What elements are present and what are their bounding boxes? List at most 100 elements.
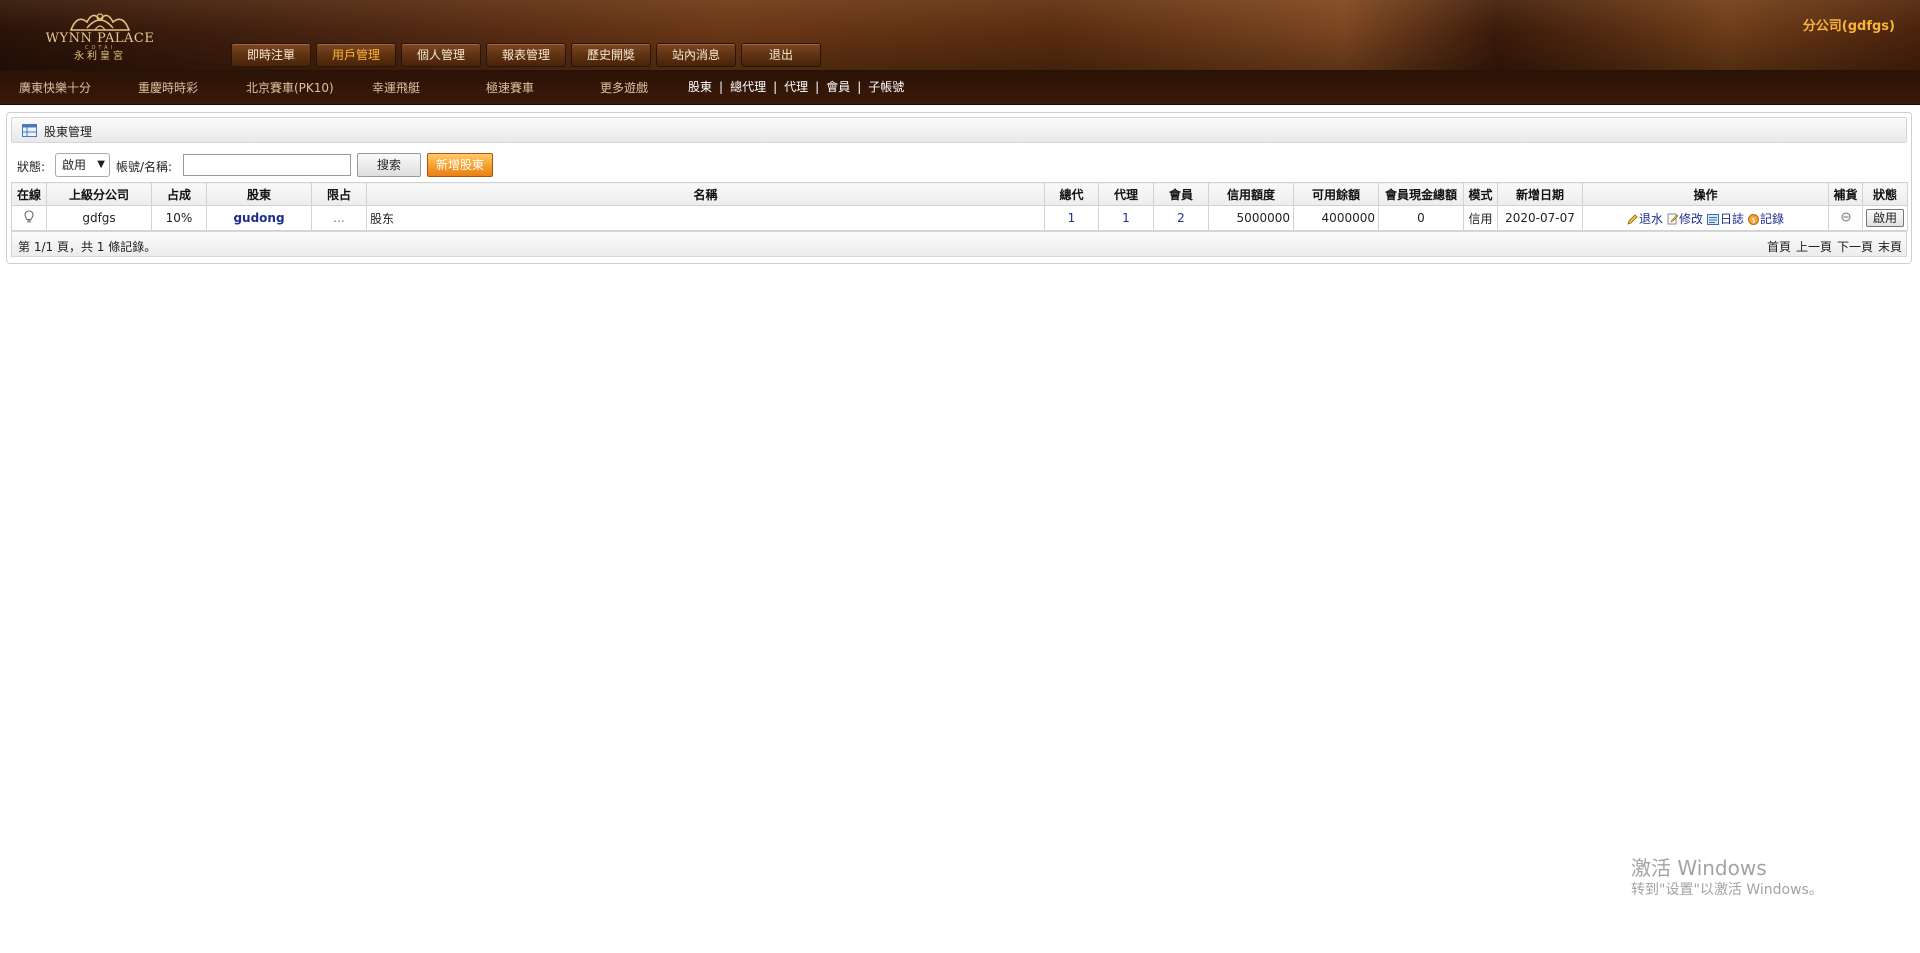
col-share: 占成 bbox=[151, 182, 207, 206]
pager-links: 首頁 上一頁 下一頁 末頁 bbox=[1767, 238, 1902, 255]
game-subnav: 廣東快樂十分 重慶時時彩 北京賽車(PK10) 幸運飛艇 極速賽車 更多遊戲 股… bbox=[0, 70, 1920, 105]
col-online: 在線 bbox=[11, 182, 47, 206]
nav-history-draws[interactable]: 歷史開獎 bbox=[571, 43, 651, 67]
account-name-label: 帳號/名稱: bbox=[116, 160, 173, 174]
link-separator: | bbox=[719, 79, 724, 94]
edit-link-label: 修改 bbox=[1678, 211, 1703, 226]
logo-chinese: 永利皇宮 bbox=[74, 51, 126, 62]
table-window-icon bbox=[22, 124, 37, 137]
rebate-link[interactable]: 退水 bbox=[1627, 212, 1663, 226]
game-link-bj-pk10[interactable]: 北京賽車(PK10) bbox=[246, 79, 334, 96]
col-limit: 限占 bbox=[311, 182, 367, 206]
link-separator: | bbox=[815, 79, 820, 94]
pencil-icon bbox=[1627, 213, 1638, 225]
operations-cell: 退水 修改 日誌 $ 記錄 bbox=[1582, 205, 1829, 231]
windows-activation-watermark: 激活 Windows 转到"设置"以激活 Windows。 bbox=[1631, 856, 1823, 900]
col-restock: 補貨 bbox=[1828, 182, 1863, 206]
status-toggle-button[interactable]: 啟用 bbox=[1866, 209, 1904, 227]
share-cell: 10% bbox=[151, 205, 207, 231]
panel-title: 股東管理 bbox=[44, 125, 93, 139]
game-link-cq-ssc[interactable]: 重慶時時彩 bbox=[138, 79, 198, 96]
col-credit: 信用額度 bbox=[1208, 182, 1294, 206]
link-agent[interactable]: 代理 bbox=[784, 78, 808, 95]
record-circle-icon: $ bbox=[1747, 213, 1759, 225]
edit-link[interactable]: 修改 bbox=[1667, 212, 1703, 226]
credit-cell: 5000000 bbox=[1208, 205, 1294, 231]
restock-circle-icon[interactable] bbox=[1841, 212, 1851, 222]
table-header-row: 在線 上級分公司 占成 股東 限占 名稱 總代 代理 會員 信用額度 可用餘額 … bbox=[11, 182, 1908, 206]
col-name: 名稱 bbox=[366, 182, 1045, 206]
link-shareholder[interactable]: 股東 bbox=[688, 78, 712, 95]
shareholder-account-link[interactable]: gudong bbox=[206, 205, 312, 231]
link-sub-account[interactable]: 子帳號 bbox=[868, 78, 904, 95]
nav-logout[interactable]: 退出 bbox=[741, 43, 821, 67]
main-nav: 即時注單 用戶管理 個人管理 報表管理 歷史開獎 站內消息 退出 bbox=[231, 43, 821, 67]
link-separator: | bbox=[857, 79, 862, 94]
members-count-link[interactable]: 2 bbox=[1153, 205, 1209, 231]
company-label: 分公司(gdfgs) bbox=[1802, 19, 1895, 34]
pager-last[interactable]: 末頁 bbox=[1878, 238, 1902, 255]
col-available: 可用餘額 bbox=[1293, 182, 1379, 206]
mode-cell: 信用 bbox=[1463, 205, 1498, 231]
logo: WYNN PALACE COTAI 永利皇宮 bbox=[30, 8, 170, 68]
game-link-lucky-airship[interactable]: 幸運飛艇 bbox=[372, 79, 420, 96]
top-header: WYNN PALACE COTAI 永利皇宮 即時注單 用戶管理 個人管理 報表… bbox=[0, 0, 1920, 70]
nav-messages[interactable]: 站內消息 bbox=[656, 43, 736, 67]
rebate-link-label: 退水 bbox=[1638, 211, 1663, 226]
lightbulb-icon bbox=[24, 209, 34, 223]
svg-text:$: $ bbox=[1751, 216, 1755, 224]
col-parent-company: 上級分公司 bbox=[46, 182, 152, 206]
col-agents: 代理 bbox=[1098, 182, 1154, 206]
pager-first[interactable]: 首頁 bbox=[1767, 238, 1791, 255]
member-cash-total-cell: 0 bbox=[1378, 205, 1464, 231]
agents-count-link[interactable]: 1 bbox=[1098, 205, 1154, 231]
watermark-subtitle: 转到"设置"以激活 Windows。 bbox=[1631, 882, 1823, 898]
status-label: 狀態: bbox=[17, 160, 46, 174]
pager-next[interactable]: 下一頁 bbox=[1837, 238, 1873, 255]
available-cell: 4000000 bbox=[1293, 205, 1379, 231]
log-list-icon bbox=[1706, 213, 1719, 225]
created-date-cell: 2020-07-07 bbox=[1497, 205, 1583, 231]
restock-cell bbox=[1828, 205, 1863, 231]
logo-name: WYNN PALACE bbox=[45, 31, 155, 46]
general-agents-count-link[interactable]: 1 bbox=[1044, 205, 1099, 231]
limit-cell: ... bbox=[311, 205, 367, 231]
search-button[interactable]: 搜索 bbox=[357, 153, 421, 177]
col-created-date: 新增日期 bbox=[1497, 182, 1583, 206]
online-cell bbox=[11, 205, 47, 231]
log-link-label: 日誌 bbox=[1719, 211, 1744, 226]
search-input[interactable] bbox=[183, 154, 351, 176]
col-member-cash-total: 會員現金總額 bbox=[1378, 182, 1464, 206]
pager-prev[interactable]: 上一頁 bbox=[1796, 238, 1832, 255]
add-shareholder-button[interactable]: 新增股東 bbox=[427, 153, 493, 177]
link-member[interactable]: 會員 bbox=[826, 78, 850, 95]
status-select[interactable]: 啟用 ▼ bbox=[55, 153, 110, 177]
shareholder-panel: 股東管理 狀態: 啟用 ▼ 帳號/名稱: 搜索 新增股東 在線 上級分公司 占成… bbox=[6, 112, 1912, 264]
col-operations: 操作 bbox=[1582, 182, 1829, 206]
nav-live-bets[interactable]: 即時注單 bbox=[231, 43, 311, 67]
name-cell: 股东 bbox=[366, 205, 1045, 231]
game-link-more-games[interactable]: 更多遊戲 bbox=[600, 79, 648, 96]
pager-info: 第 1/1 頁，共 1 條記錄。 bbox=[18, 240, 157, 254]
nav-user-management[interactable]: 用戶管理 bbox=[316, 43, 396, 67]
col-shareholder: 股東 bbox=[206, 182, 312, 206]
edit-document-icon bbox=[1667, 213, 1678, 224]
log-link[interactable]: 日誌 bbox=[1706, 211, 1744, 226]
pager: 第 1/1 頁，共 1 條記錄。 首頁 上一頁 下一頁 末頁 bbox=[11, 231, 1907, 257]
link-general-agent[interactable]: 總代理 bbox=[730, 78, 766, 95]
col-status: 狀態 bbox=[1862, 182, 1908, 206]
status-cell: 啟用 bbox=[1862, 205, 1908, 231]
game-link-gd-happy10[interactable]: 廣東快樂十分 bbox=[19, 79, 91, 96]
panel-header: 股東管理 bbox=[11, 117, 1907, 143]
col-mode: 模式 bbox=[1463, 182, 1498, 206]
col-members: 會員 bbox=[1153, 182, 1209, 206]
nav-personal[interactable]: 個人管理 bbox=[401, 43, 481, 67]
record-link-label: 記錄 bbox=[1759, 211, 1784, 226]
user-type-links: 股東 | 總代理 | 代理 | 會員 | 子帳號 bbox=[688, 78, 904, 95]
watermark-title: 激活 Windows bbox=[1631, 856, 1767, 880]
link-separator: | bbox=[773, 79, 778, 94]
shareholder-table: 在線 上級分公司 占成 股東 限占 名稱 總代 代理 會員 信用額度 可用餘額 … bbox=[11, 182, 1908, 231]
nav-reports[interactable]: 報表管理 bbox=[486, 43, 566, 67]
game-link-speed-racing[interactable]: 極速賽車 bbox=[486, 79, 534, 96]
record-link[interactable]: $ 記錄 bbox=[1747, 211, 1784, 226]
